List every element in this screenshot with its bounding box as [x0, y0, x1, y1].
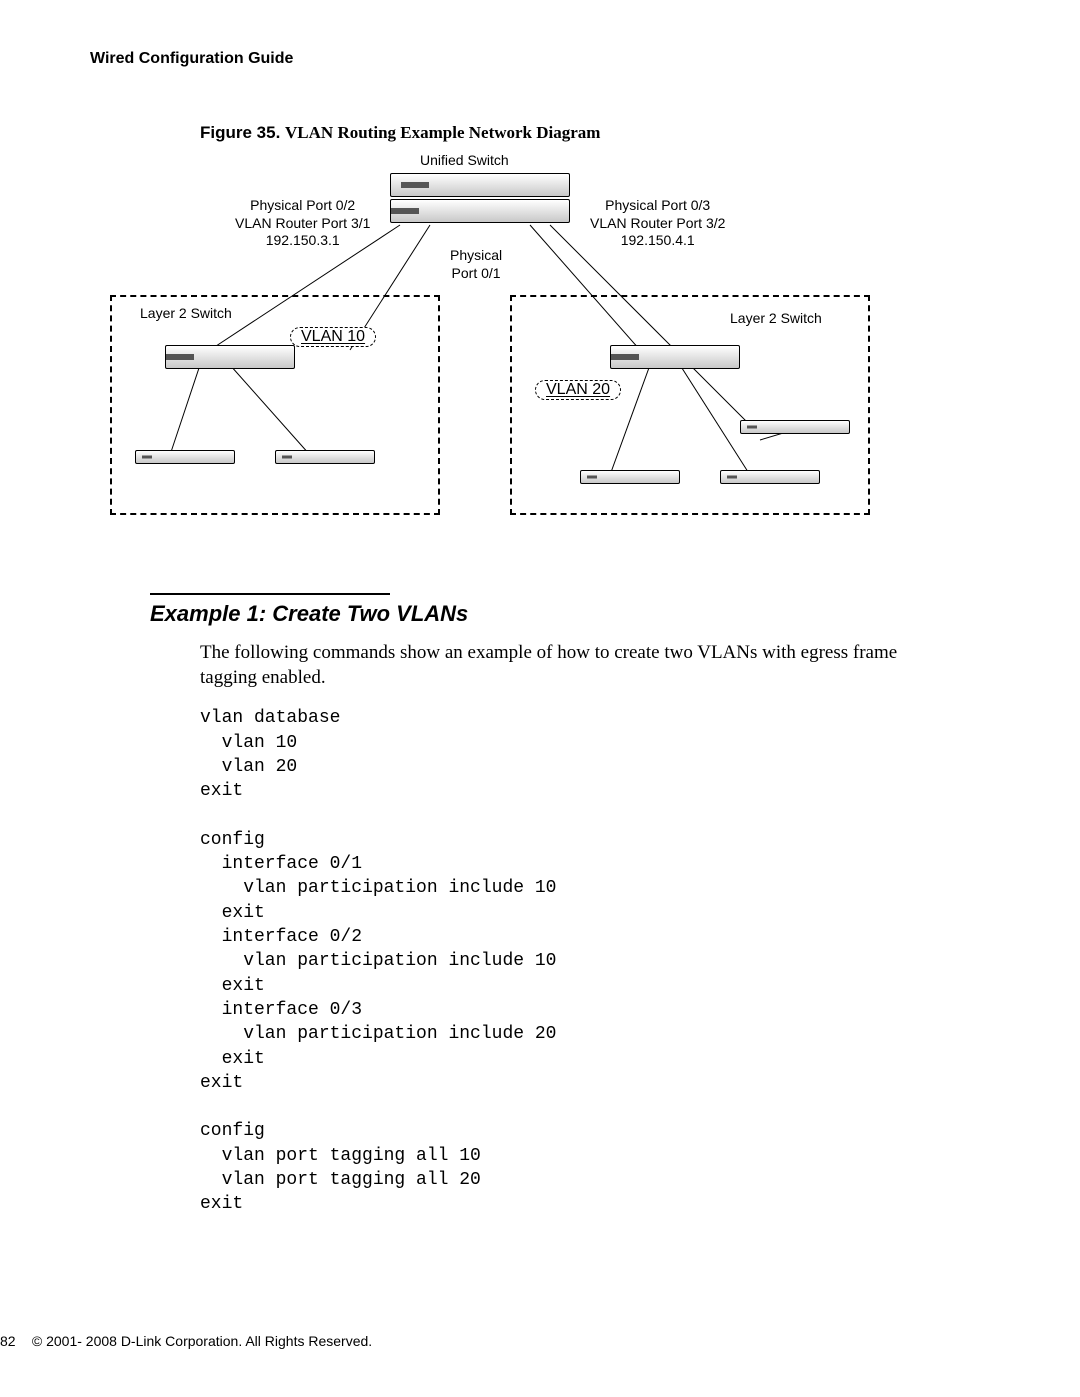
device-pc-right-3	[720, 470, 820, 484]
device-pc-right-1	[740, 420, 850, 434]
device-unified-switch	[390, 173, 570, 197]
label-l2-switch-right: Layer 2 Switch	[730, 310, 822, 328]
device-pc-right-2	[580, 470, 680, 484]
label-unified-switch: Unified Switch	[420, 152, 509, 170]
figure-caption: Figure 35. VLAN Routing Example Network …	[200, 123, 990, 143]
tag-vlan20: VLAN 20	[535, 380, 621, 400]
code-block: vlan database vlan 10 vlan 20 exit confi…	[200, 706, 990, 1216]
page-footer: 82 © 2001- 2008 D-Link Corporation. All …	[0, 1333, 1080, 1349]
tag-vlan10: VLAN 10	[290, 327, 376, 347]
label-port-0-2: Physical Port 0/2 VLAN Router Port 3/1 1…	[235, 197, 370, 250]
label-port-0-1: Physical Port 0/1	[450, 247, 502, 282]
section-paragraph: The following commands show an example o…	[200, 641, 920, 690]
running-head: Wired Configuration Guide	[90, 50, 990, 68]
section-rule	[150, 593, 390, 595]
device-pc-left-1	[135, 450, 235, 464]
device-l2-switch-right	[610, 345, 740, 369]
network-diagram: Unified Switch Physical Port 0/2 VLAN Ro…	[110, 155, 870, 575]
vlan10-box	[110, 295, 440, 515]
figure-number: Figure 35.	[200, 123, 285, 142]
device-l2-switch-left	[165, 345, 295, 369]
section-heading: Example 1: Create Two VLANs	[150, 601, 990, 627]
device-pc-left-2	[275, 450, 375, 464]
device-unified-switch-lower	[390, 199, 570, 223]
figure-title: VLAN Routing Example Network Diagram	[285, 123, 600, 142]
page-number: 82	[0, 1333, 28, 1349]
label-l2-switch-left: Layer 2 Switch	[140, 305, 232, 323]
copyright-notice: © 2001- 2008 D-Link Corporation. All Rig…	[32, 1333, 372, 1349]
label-port-0-3: Physical Port 0/3 VLAN Router Port 3/2 1…	[590, 197, 725, 250]
